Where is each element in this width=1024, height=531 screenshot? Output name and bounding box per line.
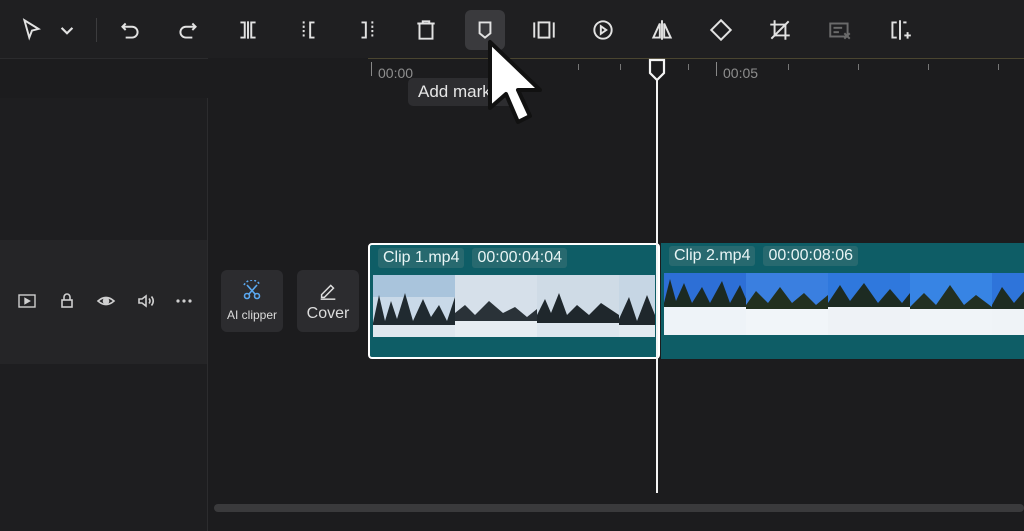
scissors-icon bbox=[243, 280, 261, 300]
lock-track-button[interactable] bbox=[56, 290, 78, 312]
scrollbar-thumb[interactable] bbox=[214, 504, 1024, 512]
ruler-tick bbox=[688, 64, 689, 70]
mouse-cursor-icon bbox=[488, 40, 542, 124]
chevron-down-icon bbox=[60, 27, 74, 35]
ai-clipper-button[interactable]: AI clipper bbox=[221, 270, 283, 332]
clip-1-duration: 00:00:04:04 bbox=[472, 248, 568, 268]
clip-thumbnail bbox=[455, 275, 537, 337]
timeline-ruler[interactable]: 00:00 00:05 bbox=[208, 58, 1024, 98]
cover-button[interactable]: Cover bbox=[297, 270, 359, 332]
more-options-button[interactable] bbox=[173, 290, 195, 312]
pencil-icon bbox=[320, 284, 336, 300]
split-left-button[interactable] bbox=[288, 10, 328, 50]
replace-button[interactable] bbox=[880, 10, 920, 50]
split-left-icon bbox=[302, 21, 315, 39]
split-button[interactable] bbox=[228, 10, 268, 50]
split-right-icon bbox=[361, 21, 374, 39]
mirror-button[interactable] bbox=[642, 10, 682, 50]
toggle-visibility-button[interactable] bbox=[95, 290, 117, 312]
mirror-icon bbox=[651, 20, 673, 40]
crop-icon bbox=[770, 20, 790, 40]
playhead-handle[interactable] bbox=[647, 58, 667, 82]
delete-button[interactable] bbox=[406, 10, 446, 50]
video-track-icon bbox=[18, 294, 36, 308]
ruler-time-start: 00:00 bbox=[378, 65, 414, 81]
playhead-line[interactable] bbox=[656, 78, 658, 493]
select-tool-button[interactable] bbox=[12, 10, 52, 50]
ruler-tick bbox=[371, 62, 372, 76]
clip-thumbnail bbox=[537, 275, 619, 337]
clip-thumbnail bbox=[746, 273, 828, 335]
ruler-time-mid: 00:05 bbox=[723, 65, 759, 81]
rotate-button[interactable] bbox=[701, 10, 741, 50]
cover-label: Cover bbox=[306, 305, 350, 322]
clip-2-thumbnails bbox=[664, 273, 1024, 335]
rotate-icon bbox=[709, 18, 733, 42]
redo-button[interactable] bbox=[168, 10, 208, 50]
clip-thumbnail bbox=[992, 273, 1024, 335]
clip-thumbnail bbox=[910, 273, 992, 335]
clip-1-thumbnails bbox=[373, 275, 655, 337]
video-track-toggle[interactable] bbox=[16, 290, 38, 312]
clip-thumbnail bbox=[664, 273, 746, 335]
clip-2[interactable]: Clip 2.mp4 00:00:08:06 bbox=[661, 243, 1024, 359]
more-icon bbox=[176, 299, 192, 303]
crop-button[interactable] bbox=[760, 10, 800, 50]
ruler-tick bbox=[998, 64, 999, 70]
ruler-tick bbox=[620, 64, 621, 70]
eye-icon bbox=[96, 296, 116, 306]
clip-thumbnail bbox=[828, 273, 910, 335]
edit-disabled-icon bbox=[829, 22, 851, 40]
clip-thumbnail bbox=[619, 275, 655, 337]
reverse-button[interactable] bbox=[583, 10, 623, 50]
lock-icon bbox=[61, 293, 73, 308]
clip-1[interactable]: Clip 1.mp4 00:00:04:04 bbox=[368, 243, 660, 359]
undo-button[interactable] bbox=[110, 10, 150, 50]
ai-clipper-label: AI clipper bbox=[226, 308, 278, 322]
volume-icon bbox=[138, 294, 155, 308]
select-mode-dropdown[interactable] bbox=[52, 10, 82, 50]
replace-icon bbox=[891, 20, 911, 40]
undo-icon bbox=[121, 22, 139, 39]
ruler-tick bbox=[578, 64, 579, 70]
clip-1-name: Clip 1.mp4 bbox=[378, 248, 465, 268]
toolbar-divider bbox=[96, 18, 97, 42]
redo-icon bbox=[179, 22, 197, 39]
disabled-edit-button[interactable] bbox=[820, 10, 860, 50]
split-right-button[interactable] bbox=[348, 10, 388, 50]
ruler-tick bbox=[928, 64, 929, 70]
ruler-tick bbox=[716, 62, 717, 76]
horizontal-scrollbar[interactable] bbox=[208, 500, 1024, 516]
mute-track-button[interactable] bbox=[135, 290, 157, 312]
clip-thumbnail bbox=[373, 275, 455, 337]
ruler-tick bbox=[858, 64, 859, 70]
clip-2-duration: 00:00:08:06 bbox=[763, 246, 859, 266]
play-circle-icon bbox=[593, 20, 613, 40]
ruler-baseline bbox=[368, 58, 1024, 59]
trash-icon bbox=[417, 20, 435, 40]
clip-2-header: Clip 2.mp4 00:00:08:06 bbox=[669, 246, 859, 266]
pointer-icon bbox=[22, 18, 41, 41]
ruler-tick bbox=[788, 64, 789, 70]
clip-1-header: Clip 1.mp4 00:00:04:04 bbox=[378, 248, 568, 268]
clip-2-name: Clip 2.mp4 bbox=[669, 246, 756, 266]
split-icon bbox=[240, 21, 256, 39]
